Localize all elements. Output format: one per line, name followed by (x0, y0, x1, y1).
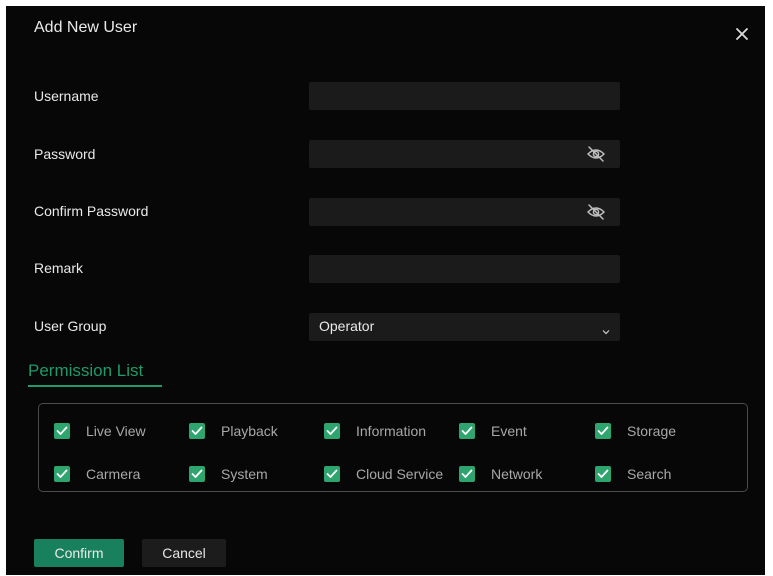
eye-off-icon[interactable] (586, 145, 606, 163)
checkbox-checked[interactable] (54, 423, 70, 439)
permission-list-underline (28, 385, 162, 387)
password-label: Password (34, 146, 96, 162)
cancel-button[interactable]: Cancel (142, 539, 226, 567)
password-input[interactable] (309, 140, 620, 168)
permission-label: Network (491, 466, 543, 482)
checkbox-checked[interactable] (459, 466, 475, 482)
username-label: Username (34, 88, 99, 104)
checkbox-checked[interactable] (54, 466, 70, 482)
permission-label: Live View (86, 423, 146, 439)
checkbox-checked[interactable] (189, 423, 205, 439)
checkbox-checked[interactable] (595, 423, 611, 439)
confirm-password-field[interactable] (309, 198, 620, 226)
permission-label: Search (627, 466, 672, 482)
checkbox-checked[interactable] (595, 466, 611, 482)
remark-label: Remark (34, 260, 84, 276)
permission-label: System (221, 466, 268, 482)
confirm-button[interactable]: Confirm (34, 539, 124, 567)
chevron-down-icon (602, 323, 610, 335)
permission-label: Playback (221, 423, 278, 439)
permission-label: Information (356, 423, 427, 439)
username-field[interactable] (309, 82, 620, 110)
add-user-dialog: Add New User Username Password Confirm P… (6, 6, 765, 575)
checkbox-checked[interactable] (324, 466, 340, 482)
remark-field[interactable] (309, 255, 620, 283)
username-input[interactable] (309, 82, 620, 110)
permission-list-title: Permission List (28, 361, 144, 380)
checkbox-checked[interactable] (459, 423, 475, 439)
confirm-password-label: Confirm Password (34, 203, 149, 219)
permission-label: Event (491, 423, 527, 439)
permission-list: Live View Playback Information Event Sto… (38, 403, 748, 492)
user-group-label: User Group (34, 318, 107, 334)
checkbox-checked[interactable] (324, 423, 340, 439)
confirm-password-input[interactable] (309, 198, 620, 226)
permission-label: Storage (627, 423, 677, 439)
eye-off-icon[interactable] (586, 203, 606, 221)
permission-label: Carmera (86, 466, 141, 482)
user-group-value: Operator (319, 318, 375, 334)
permission-label: Cloud Service (356, 466, 444, 482)
remark-input[interactable] (309, 255, 620, 283)
password-field[interactable] (309, 140, 620, 168)
dialog-title: Add New User (34, 19, 138, 36)
close-icon[interactable] (732, 24, 752, 44)
user-group-select[interactable]: Operator (309, 313, 620, 341)
checkbox-checked[interactable] (189, 466, 205, 482)
